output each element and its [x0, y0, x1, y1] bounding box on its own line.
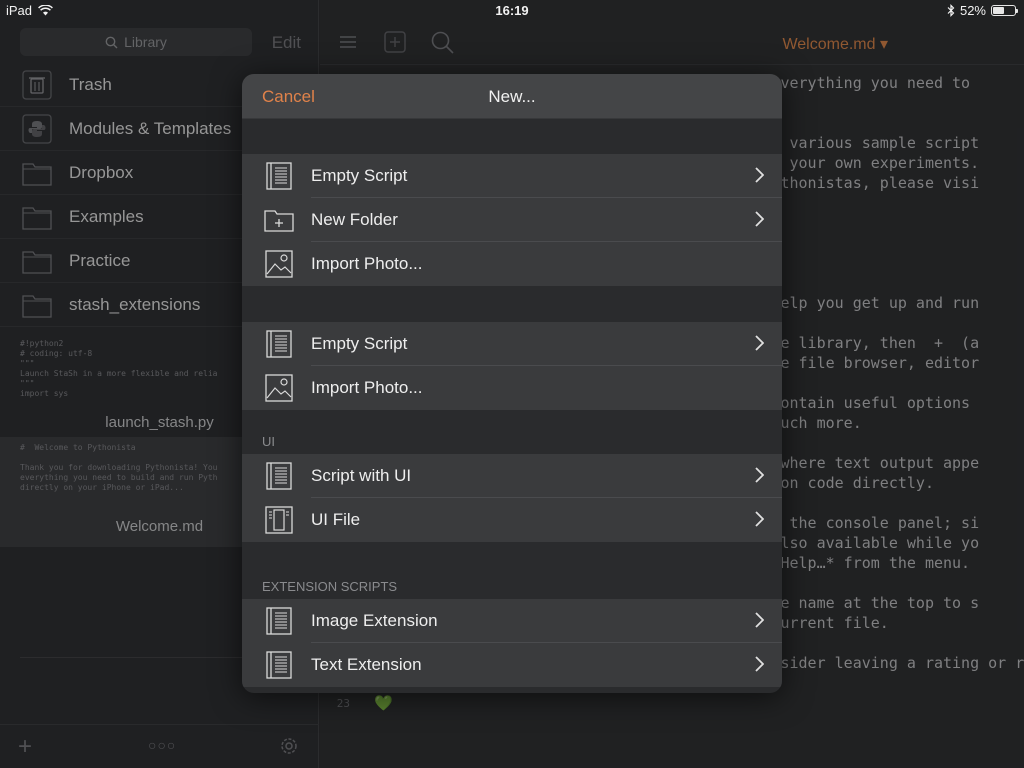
photo-icon — [264, 373, 294, 403]
menu-item[interactable]: New Folder — [242, 198, 782, 242]
script-icon — [264, 461, 294, 491]
script-icon — [264, 650, 294, 680]
chevron-right-icon — [755, 656, 765, 677]
new-file-sheet: Cancel New... Empty Script New Folder Impo… — [242, 74, 782, 693]
sheet-title: New... — [488, 87, 536, 106]
bluetooth-icon — [947, 4, 955, 17]
section-gap — [242, 410, 782, 454]
menu-item[interactable]: Empty Script — [242, 154, 782, 198]
menu-item-label: Import Photo... — [311, 254, 423, 273]
section-header: EXTENSION SCRIPTS — [262, 579, 398, 594]
menu-item[interactable]: Empty Script — [242, 322, 782, 366]
script-icon — [264, 606, 294, 636]
menu-item[interactable]: Text Extension — [242, 643, 782, 687]
chevron-right-icon — [755, 612, 765, 633]
ui-file-icon — [264, 505, 294, 535]
script-icon — [264, 161, 294, 191]
battery-percent: 52% — [959, 3, 986, 18]
photo-icon — [264, 249, 294, 279]
menu-item-label: Script with UI — [311, 466, 412, 485]
section-header: UI — [262, 434, 275, 449]
chevron-right-icon — [755, 211, 765, 232]
menu-item-label: Text Extension — [311, 655, 422, 674]
battery-icon — [991, 5, 1018, 16]
section-gap — [242, 286, 782, 322]
chevron-right-icon — [755, 467, 765, 488]
status-bar: iPad 16:19 52% — [0, 0, 1024, 22]
menu-item[interactable]: Image Extension — [242, 599, 782, 643]
clock: 16:19 — [495, 3, 529, 18]
new-folder-icon — [264, 205, 294, 235]
section-gap — [242, 119, 782, 154]
chevron-right-icon — [755, 335, 765, 356]
chevron-right-icon — [755, 511, 765, 532]
menu-item-label: Empty Script — [311, 334, 408, 353]
menu-item-label: Empty Script — [311, 166, 408, 185]
menu-item-label: Image Extension — [311, 611, 438, 630]
menu-item-label: New Folder — [311, 210, 398, 229]
menu-item[interactable]: UI File — [242, 498, 782, 542]
menu-item[interactable]: Import Photo... — [242, 242, 782, 286]
script-icon — [264, 329, 294, 359]
menu-item[interactable]: Import Photo... — [242, 366, 782, 410]
menu-item-label: Import Photo... — [311, 378, 423, 397]
chevron-right-icon — [755, 167, 765, 188]
menu-item[interactable]: Script with UI — [242, 454, 782, 498]
sheet-header: Cancel New... — [242, 74, 782, 119]
menu-item-label: UI File — [311, 510, 361, 529]
